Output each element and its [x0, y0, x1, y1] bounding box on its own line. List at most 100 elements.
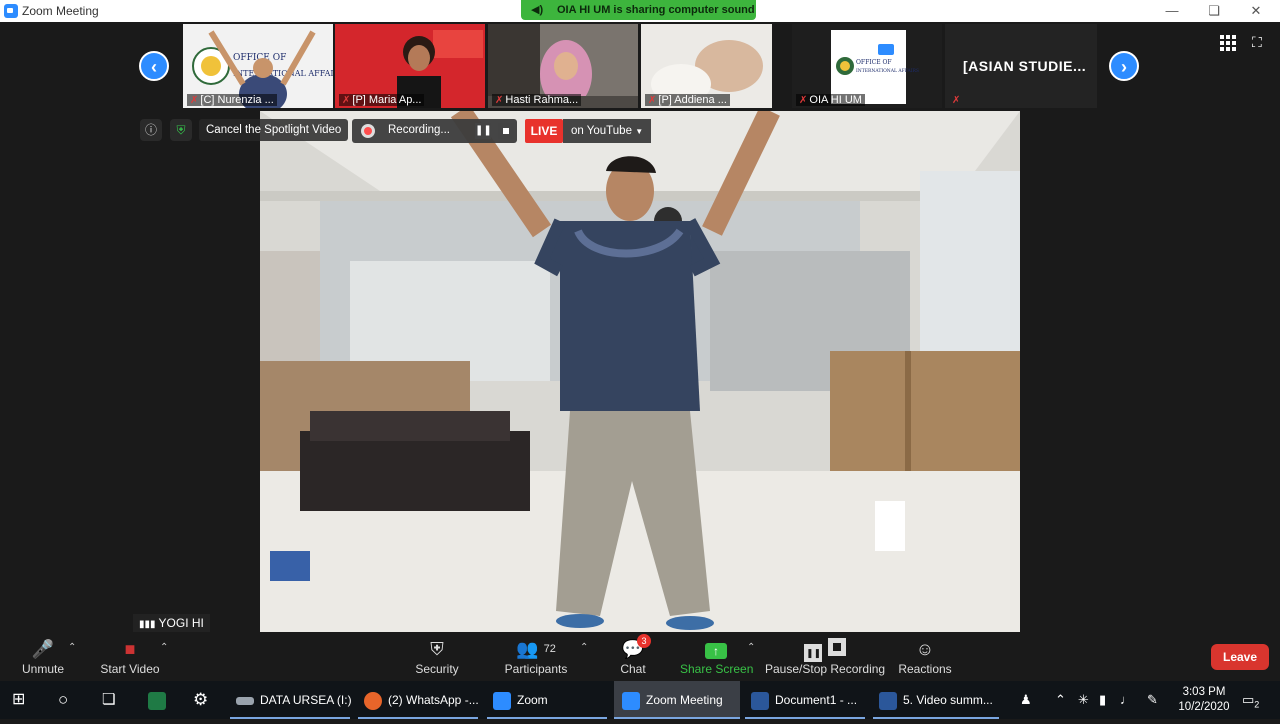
taskbar-item[interactable]: Document1 - ...	[745, 681, 865, 719]
muted-mic-icon: ✗	[648, 95, 657, 106]
security-label: Security	[415, 662, 459, 676]
notification-count: 2	[1254, 699, 1260, 710]
tray-expand-icon[interactable]: ⌃	[1055, 681, 1066, 719]
participant-tile[interactable]: ✗ Hasti Rahma...	[488, 24, 638, 108]
muted-mic-icon: ✗	[342, 95, 351, 106]
participant-label: ✗ [P] Addiena ...	[645, 94, 730, 106]
speaker-video-frame	[260, 111, 1020, 632]
system-clock[interactable]: 3:03 PM 10/2/2020	[1172, 685, 1236, 715]
participant-tile[interactable]: ✗ [P] Maria Ap...	[335, 24, 485, 108]
taskbar-item-active[interactable]: Zoom Meeting	[614, 681, 740, 719]
cancel-spotlight-button[interactable]: Cancel the Spotlight Video	[199, 119, 349, 141]
participant-tile[interactable]: OFFICE OF INTERNATIONAL AFFAIRS ✗[C] Nur…	[183, 24, 333, 108]
chat-label: Chat	[620, 662, 646, 676]
participant-label: ✗ [C] Nurenzia ...	[187, 94, 277, 106]
pause-stop-icon: ❚❚	[765, 638, 885, 662]
speaker-icon: ◀)	[531, 4, 544, 16]
muted-mic-icon: ✗	[190, 95, 199, 106]
taskbar-item[interactable]: (2) WhatsApp -...	[358, 681, 479, 719]
participant-label: ✗ Hasti Rahma...	[492, 94, 582, 106]
shield-icon: ⛨	[430, 639, 444, 659]
windows-start-icon[interactable]: ⊞	[12, 681, 34, 719]
share-screen-button[interactable]: ↑ Share Screen	[680, 632, 754, 681]
audio-options-caret-icon[interactable]: ⌃	[68, 642, 76, 653]
participants-count: 72	[543, 643, 556, 655]
gallery-view-icon[interactable]	[1220, 35, 1236, 51]
participant-mic-label: ✗	[949, 94, 965, 106]
recording-indicator: Recording... ❚❚	[352, 119, 517, 143]
windows-taskbar: ⊞ ○ ❏ ⚙ DATA URSEA (I:) (2) WhatsApp -..…	[0, 681, 1280, 719]
logo-text: INTERNATIONAL AFFAIRS	[856, 68, 919, 74]
battery-icon[interactable]: ▮	[1099, 681, 1106, 719]
pause-recording-button[interactable]: ❚❚	[475, 123, 492, 139]
minimize-button[interactable]: —	[1150, 1, 1194, 21]
clock-date: 10/2/2020	[1178, 701, 1230, 713]
sound-sharing-text: OIA HI UM is sharing computer sound	[557, 4, 755, 16]
unmute-label: Unmute	[21, 662, 65, 676]
share-screen-label: Share Screen	[680, 662, 754, 676]
drive-icon	[236, 696, 254, 705]
security-button[interactable]: ⛨ Security	[410, 632, 464, 681]
sound-sharing-banner[interactable]: ◀) OIA HI UM is sharing computer sound	[521, 0, 756, 20]
window-title: Zoom Meeting	[22, 4, 99, 18]
reactions-button[interactable]: ☺ Reactions	[897, 632, 953, 681]
pen-icon[interactable]: ✎	[1147, 681, 1158, 719]
participant-name: [ASIAN STUDIE...	[963, 58, 1087, 74]
signal-bars-icon: ▮▮▮	[139, 619, 156, 630]
excel-icon[interactable]	[148, 681, 170, 719]
participant-tile[interactable]: OFFICE OF INTERNATIONAL AFFAIRS ✗ OIA HI …	[792, 24, 942, 108]
stop-recording-button[interactable]	[498, 123, 514, 139]
chevron-down-icon: ▼	[635, 127, 644, 136]
zoom-icon	[493, 691, 511, 710]
pause-stop-label: Pause/Stop Recording	[765, 662, 886, 676]
reactions-label: Reactions	[898, 662, 952, 676]
participants-caret-icon[interactable]: ⌃	[580, 642, 588, 653]
video-off-icon: ■	[124, 639, 136, 659]
youtube-label: on YouTube	[571, 125, 632, 137]
participants-button[interactable]: 👥 72 Participants	[500, 632, 572, 681]
participant-label: ✗ OIA HI UM	[796, 94, 865, 106]
participants-icon: 👥 72	[516, 639, 556, 659]
start-video-button[interactable]: ■ Start Video	[98, 632, 162, 681]
notifications-icon[interactable]: ▭2	[1242, 681, 1259, 719]
task-view-icon[interactable]: ❏	[102, 681, 124, 719]
muted-mic-icon: 🎤	[31, 639, 55, 659]
share-options-caret-icon[interactable]: ⌃	[747, 642, 755, 653]
video-options-caret-icon[interactable]: ⌃	[160, 642, 168, 653]
share-screen-icon: ↑	[680, 638, 752, 660]
participants-label: Participants	[504, 662, 568, 676]
restore-button[interactable]: ❏	[1192, 1, 1236, 21]
chat-unread-badge: 3	[637, 634, 651, 648]
logo-text: INTERNATIONAL AFFAIRS	[233, 69, 333, 78]
leave-button[interactable]: Leave	[1211, 644, 1269, 670]
unmute-button[interactable]: 🎤 Unmute	[15, 632, 71, 681]
muted-mic-icon: ✗	[952, 95, 961, 106]
recording-dot-icon	[361, 124, 375, 138]
firefox-icon	[364, 691, 382, 710]
start-video-label: Start Video	[100, 662, 160, 676]
close-button[interactable]: ✕	[1234, 1, 1278, 21]
taskbar-item[interactable]: Zoom	[487, 681, 607, 719]
fullscreen-icon[interactable]: ⛶	[1252, 34, 1268, 50]
participant-label: ✗ [P] Maria Ap...	[339, 94, 425, 106]
taskbar-item[interactable]: 5. Video summ...	[873, 681, 999, 719]
taskbar-item[interactable]: DATA URSEA (I:)	[230, 681, 352, 719]
people-icon[interactable]: ♟	[1020, 681, 1032, 719]
smiley-icon: ☺	[915, 639, 935, 659]
next-page-button[interactable]: ›	[1109, 51, 1139, 81]
pause-stop-recording-button[interactable]: ❚❚ Pause/Stop Recording	[765, 632, 885, 681]
word-icon	[879, 691, 897, 710]
word-icon	[751, 691, 769, 710]
encryption-shield-icon[interactable]: ⛨	[170, 119, 192, 141]
youtube-live-dropdown[interactable]: on YouTube ▼	[563, 119, 651, 143]
participant-tile[interactable]: ✗ [P] Addiena ...	[641, 24, 772, 108]
meeting-toolbar: 🎤 Unmute ⌃ ■ Start Video ⌃ ⛨ Security 👥 …	[0, 632, 1280, 681]
search-circle-icon[interactable]: ○	[58, 681, 80, 719]
wifi-icon[interactable]: ✳	[1078, 681, 1089, 719]
active-speaker-video	[260, 111, 1020, 632]
settings-gear-icon[interactable]: ⚙	[193, 681, 215, 719]
volume-icon[interactable]: ♩	[1120, 681, 1133, 719]
recording-label: Recording...	[388, 124, 451, 136]
previous-page-button[interactable]: ‹	[139, 51, 169, 81]
meeting-info-icon[interactable]: ⓘ	[140, 119, 162, 141]
